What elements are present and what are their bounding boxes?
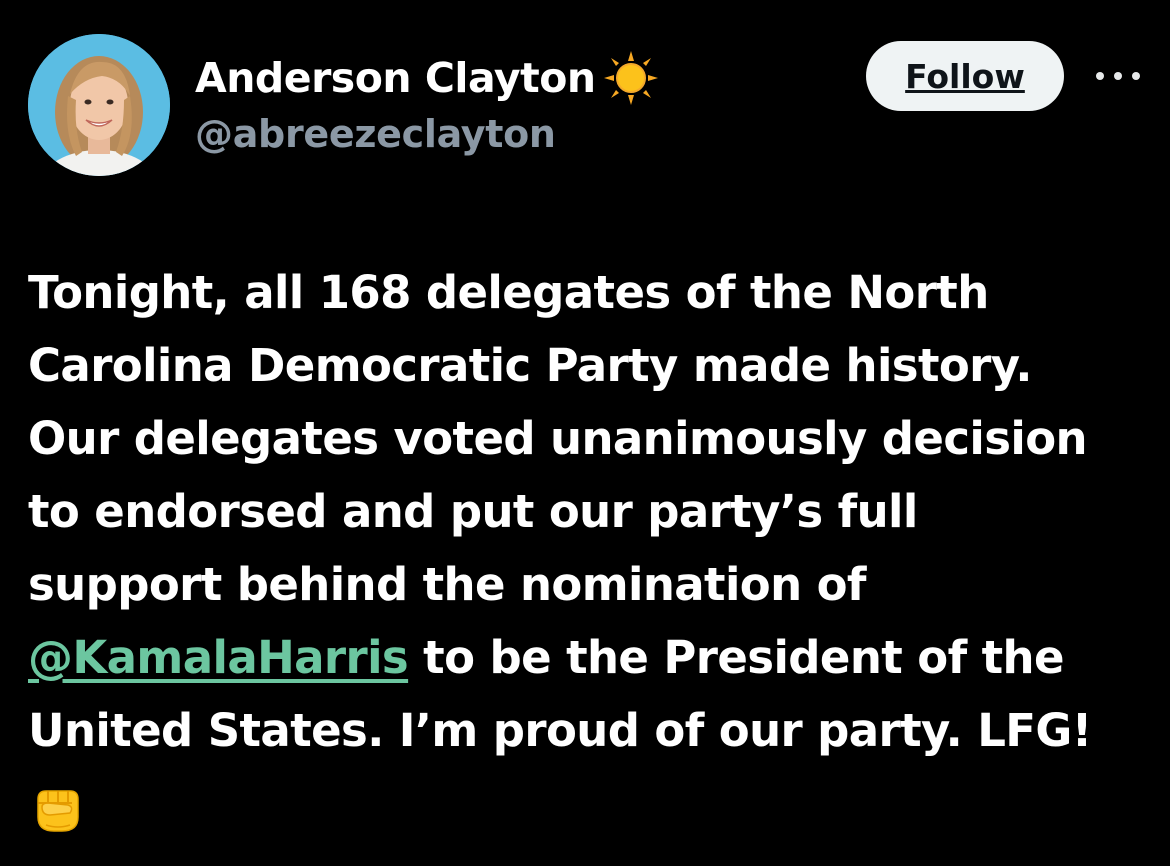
fist-icon (28, 777, 88, 837)
display-name[interactable]: Anderson Clayton (195, 54, 596, 102)
tweet-line-emoji (28, 767, 1148, 840)
sun-icon (602, 49, 660, 107)
tweet-line: to endorsed and put our party’s full (28, 485, 918, 538)
tweet-line: support behind the nomination of (28, 558, 866, 611)
tweet-line-rest: to be the President of the (408, 631, 1064, 684)
display-name-row: Anderson Clayton (195, 50, 660, 106)
tweet-text: Tonight, all 168 delegates of the North … (28, 256, 1148, 840)
tweet-line: Carolina Democratic Party made history. (28, 339, 1032, 392)
more-icon[interactable] (1096, 66, 1140, 86)
user-handle[interactable]: @abreezeclayton (195, 112, 556, 156)
more-dot (1132, 72, 1140, 80)
more-dot (1096, 72, 1104, 80)
tweet-line-with-mention: @KamalaHarris to be the President of the (28, 621, 1148, 694)
tweet-line: United States. I’m proud of our party. L… (28, 704, 1092, 757)
tweet-line: Our delegates voted unanimously decision (28, 412, 1088, 465)
avatar[interactable] (28, 34, 170, 176)
avatar-image (28, 34, 170, 176)
more-dot (1114, 72, 1122, 80)
follow-button[interactable]: Follow (866, 41, 1064, 111)
tweet-line: Tonight, all 168 delegates of the North (28, 266, 989, 319)
tweet-card: Anderson Clayton @abreezeclayton Follow (0, 0, 1170, 866)
mention-link[interactable]: @KamalaHarris (28, 631, 409, 684)
